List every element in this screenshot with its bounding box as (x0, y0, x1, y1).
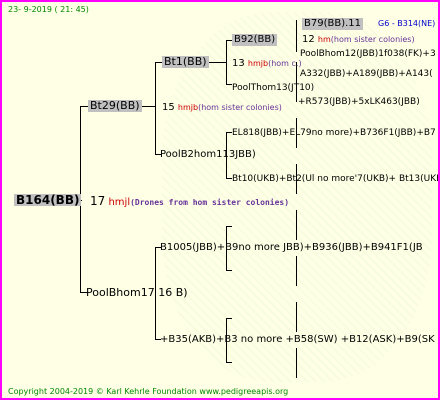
connector-line (155, 62, 156, 155)
root-node[interactable]: B164(BB) (14, 194, 82, 206)
node-el818[interactable]: EL818(JBB)+EL79no more)+B736F1(JBB)+B7 (232, 127, 436, 139)
node-poolbhom12[interactable]: PoolBhom12(JBB)1f038(FK)+3 (300, 48, 436, 60)
mating-note: (hom sister colonies) (198, 103, 282, 112)
connector-line (296, 20, 297, 52)
generation-number: 17 (90, 194, 106, 208)
mating-type: hmjb (177, 103, 199, 112)
connector-line (207, 62, 227, 63)
connector-line (226, 318, 232, 319)
node-b35[interactable]: +B35(AKB)+B3 no more +B58(SW) +B12(ASK)+… (160, 334, 435, 346)
mating-type: hm (317, 35, 331, 44)
node-15: 15 hmjb(hom sister colonies) (162, 102, 282, 114)
connector-line (296, 302, 297, 332)
generation-number: 13 (232, 58, 245, 69)
node-17: 17 hmjl(Drones from hom sister colonies) (90, 195, 289, 209)
connector-line (226, 362, 232, 363)
mating-type: hmjb (247, 59, 269, 68)
node-a332[interactable]: A332(JBB)+A189(JBB)+A143( (300, 68, 433, 80)
node-b92[interactable]: B92(BB) (232, 34, 278, 46)
mating-note: (hom c.) (268, 59, 302, 68)
connector-line (140, 106, 156, 107)
connector-line (296, 348, 297, 378)
node-poolbhom17[interactable]: PoolBhom17 16 B) (86, 287, 188, 299)
node-12: 12 hm(hom sister colonies) (302, 34, 415, 46)
connector-line (226, 270, 232, 271)
connector-line (155, 62, 162, 63)
node-poolb2[interactable]: PoolB2hom113JBB) (160, 149, 256, 161)
node-13: 13 hmjb(hom c.) (232, 58, 302, 70)
connector-line (226, 226, 232, 227)
pedigree-frame: 23- 9-2019 ( 21: 45) B164(BB) Bt29(BB) B… (0, 0, 440, 400)
node-r573[interactable]: +R573(JBB)+5xLK463(JBB) (298, 96, 420, 108)
node-g6[interactable]: G6 - B314(NE) (378, 18, 435, 30)
generation-number: 15 (162, 102, 175, 113)
node-bt1[interactable]: Bt1(BB) (162, 56, 209, 68)
mating-note: (hom sister colonies) (330, 35, 415, 44)
mating-type: hmjl (108, 197, 131, 208)
node-poolthom13[interactable]: PoolThom13(JT10) (232, 82, 314, 94)
mating-note: (Drones from hom sister colonies) (130, 198, 290, 207)
connector-line (296, 210, 297, 240)
connector-line (296, 256, 297, 286)
node-b79[interactable]: B79(BB).11 (302, 18, 364, 30)
connector-line (80, 106, 88, 107)
node-bt10[interactable]: Bt10(UKB)+Bt2(Ul no more'7(UKB)+ Bt13(UK… (232, 173, 438, 185)
date-stamp: 23- 9-2019 ( 21: 45) (8, 5, 89, 14)
node-b1005[interactable]: B1005(JBB)+B9no more JBB)+B936(JBB)+B941… (160, 242, 423, 254)
generation-number: 12 (302, 34, 315, 45)
copyright-footer[interactable]: Copyright 2004-2019 © Karl Kehrle Founda… (8, 387, 288, 396)
node-bt29[interactable]: Bt29(BB) (88, 100, 142, 112)
